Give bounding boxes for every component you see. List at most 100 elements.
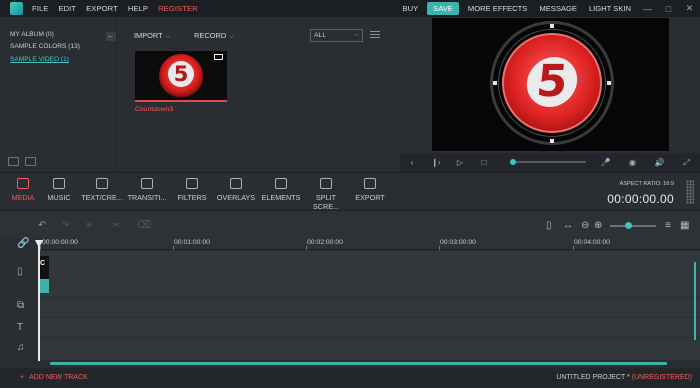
save-button[interactable]: SAVE bbox=[427, 2, 459, 15]
tool-text[interactable]: TEXT/CRE... bbox=[81, 178, 123, 202]
tool-export-label: EXPORT bbox=[355, 193, 385, 202]
tool-transitions[interactable]: TRANSITI... bbox=[126, 178, 168, 202]
preview-panel: 5 bbox=[400, 17, 700, 153]
tool-music[interactable]: MUSIC bbox=[44, 178, 74, 202]
sidebar-bottom-actions bbox=[8, 157, 36, 166]
camera-icon[interactable]: ◉ bbox=[619, 158, 646, 167]
thumbnail-digit: 5 bbox=[168, 61, 194, 87]
import-label: IMPORT bbox=[134, 31, 163, 40]
sidebar-item-sample-colors[interactable]: SAMPLE COLORS (13) bbox=[10, 41, 116, 53]
folder-icon bbox=[17, 178, 29, 189]
delete-icon[interactable]: ⌫ bbox=[137, 220, 151, 231]
tool-overlays-label: OVERLAYS bbox=[216, 193, 256, 202]
timeline-ruler[interactable]: 00:00:00:00 00:01:00:00 00:02:00:00 00:0… bbox=[38, 238, 700, 250]
app-window: FILE EDIT EXPORT HELP REGISTER BUY SAVE … bbox=[0, 0, 700, 388]
scrubber-handle[interactable] bbox=[510, 159, 516, 165]
preview-screen[interactable]: 5 bbox=[432, 18, 669, 151]
microphone-icon[interactable]: 🎤 bbox=[592, 158, 619, 167]
play-icon[interactable]: ▷ bbox=[448, 158, 472, 167]
undo-icon[interactable]: ↶ bbox=[38, 220, 46, 231]
filter-select[interactable]: ALL ⌵ bbox=[310, 29, 363, 42]
zoom-slider-handle[interactable] bbox=[625, 222, 632, 229]
media-toolbar: IMPORT ⌵ RECORD ⌵ bbox=[134, 31, 234, 41]
split-screen-icon bbox=[320, 178, 332, 189]
ruler-label: 00:00:00:00 bbox=[42, 239, 78, 246]
menu-file[interactable]: FILE bbox=[32, 4, 48, 13]
clip-label: C bbox=[40, 260, 46, 267]
tool-export[interactable]: EXPORT bbox=[353, 178, 387, 202]
tool-split-screen[interactable]: SPLIT SCRE... bbox=[303, 178, 349, 211]
ruler-tick bbox=[173, 246, 174, 250]
zoom-in-icon[interactable]: ⊕ bbox=[594, 220, 602, 231]
ruler-label: 00:03:00:00 bbox=[440, 239, 476, 246]
maximize-icon[interactable]: □ bbox=[658, 0, 679, 17]
countdown-tick bbox=[550, 24, 554, 28]
light-skin-button[interactable]: LIGHT SKIN bbox=[583, 4, 637, 13]
timeline-toolbar: ↶ ↷ ≡ ✂ ⌫ ▯ ↔ ⊖ ⊕ ≡ ▦ bbox=[0, 210, 700, 238]
add-track-label: ADD NEW TRACK bbox=[29, 374, 88, 381]
horizontal-scrollbar[interactable] bbox=[50, 362, 667, 365]
stop-icon[interactable]: □ bbox=[472, 158, 496, 167]
media-clip-name[interactable]: Countdown3 bbox=[135, 106, 173, 113]
export-icon bbox=[364, 178, 376, 189]
text-track-icon: T bbox=[17, 322, 24, 333]
tool-overlays[interactable]: OVERLAYS bbox=[216, 178, 256, 202]
zoom-slider[interactable] bbox=[610, 225, 656, 227]
message-button[interactable]: MESSAGE bbox=[533, 4, 583, 13]
buy-button[interactable]: BUY bbox=[397, 4, 425, 13]
cut-icon[interactable]: ✂ bbox=[112, 220, 120, 231]
more-effects-button[interactable]: MORE EFFECTS bbox=[462, 4, 534, 13]
music-note-icon bbox=[53, 178, 65, 189]
list-view-icon[interactable]: ≡ bbox=[665, 220, 671, 231]
tool-media[interactable]: MEDIA bbox=[9, 178, 37, 202]
tool-filters-label: FILTERS bbox=[177, 193, 207, 202]
remove-folder-icon[interactable] bbox=[25, 157, 36, 166]
audio-mixer-icon[interactable]: ▯ bbox=[546, 220, 552, 231]
music-track-icon: ♫ bbox=[17, 342, 25, 353]
tool-elements[interactable]: ELEMENTS bbox=[261, 178, 301, 202]
grid-view-icon[interactable]: ▦ bbox=[680, 220, 689, 231]
text-icon bbox=[96, 178, 108, 189]
sidebar-item-my-album[interactable]: MY ALBUM (0) bbox=[10, 29, 116, 41]
menu-register[interactable]: REGISTER bbox=[158, 4, 198, 13]
step-forward-icon[interactable]: ❙› bbox=[424, 158, 448, 167]
fit-timeline-icon[interactable]: ↔ bbox=[563, 220, 573, 231]
menu-edit[interactable]: EDIT bbox=[58, 4, 76, 13]
skip-back-icon[interactable]: ‹ bbox=[400, 158, 424, 167]
adjust-icon[interactable]: ≡ bbox=[86, 220, 92, 231]
tool-media-label: MEDIA bbox=[11, 193, 35, 202]
add-new-track-button[interactable]: + ADD NEW TRACK bbox=[20, 374, 88, 381]
record-label: RECORD bbox=[194, 31, 227, 40]
footer-bar: + ADD NEW TRACK UNTITLED PROJECT * (UNREG… bbox=[0, 368, 700, 388]
plus-icon: + bbox=[20, 374, 25, 381]
video-track[interactable] bbox=[38, 251, 700, 298]
menu-help[interactable]: HELP bbox=[128, 4, 148, 13]
playhead[interactable] bbox=[38, 242, 40, 361]
minimize-icon[interactable]: — bbox=[637, 0, 658, 17]
drag-handle-icon[interactable] bbox=[686, 180, 694, 204]
unregistered-badge: (UNREGISTERED) bbox=[631, 374, 692, 381]
ruler-tick bbox=[439, 246, 440, 250]
tools-bar: MEDIA MUSIC TEXT/CRE... TRANSITI... FILT… bbox=[0, 172, 700, 211]
text-track[interactable] bbox=[38, 318, 700, 338]
tool-split-screen-label: SPLIT SCRE... bbox=[313, 193, 339, 211]
close-icon[interactable]: ✕ bbox=[679, 0, 700, 17]
redo-icon[interactable]: ↷ bbox=[61, 220, 69, 231]
playback-scrubber[interactable] bbox=[512, 161, 586, 163]
add-folder-icon[interactable] bbox=[8, 157, 19, 166]
overlay-track[interactable] bbox=[38, 298, 700, 318]
tool-filters[interactable]: FILTERS bbox=[176, 178, 208, 202]
media-thumbnail[interactable]: 5 bbox=[135, 51, 227, 102]
zoom-out-icon[interactable]: ⊖ bbox=[581, 220, 589, 231]
menu-export[interactable]: EXPORT bbox=[86, 4, 118, 13]
vertical-scrollbar[interactable] bbox=[694, 262, 696, 340]
import-dropdown[interactable]: IMPORT ⌵ bbox=[134, 31, 170, 41]
sidebar-item-sample-video[interactable]: SAMPLE VIDEO (1) bbox=[10, 54, 116, 66]
list-view-icon[interactable] bbox=[370, 31, 380, 40]
volume-icon[interactable]: 🔊 bbox=[646, 158, 673, 167]
fullscreen-icon[interactable]: ⤢ bbox=[673, 158, 700, 168]
music-track[interactable] bbox=[38, 338, 700, 361]
record-dropdown[interactable]: RECORD ⌵ bbox=[194, 31, 234, 41]
collapse-sidebar-icon[interactable]: ← bbox=[106, 32, 116, 41]
link-icon[interactable]: 🔗 bbox=[17, 238, 29, 249]
